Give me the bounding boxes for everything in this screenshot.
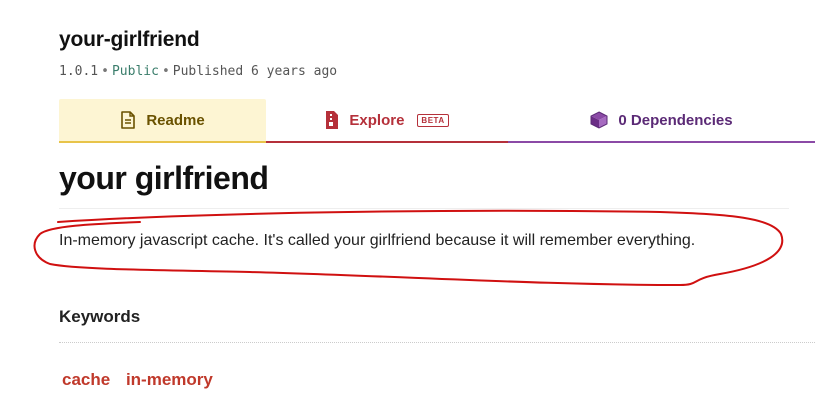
file-code-icon (325, 110, 339, 130)
meta-separator: • (161, 64, 170, 79)
readme-description: In-memory javascript cache. It's called … (59, 232, 696, 249)
keywords-divider (59, 342, 815, 343)
package-published: Published 6 years ago (172, 64, 338, 79)
keyword-link[interactable]: cache (62, 370, 110, 389)
keyword-link[interactable]: in-memory (126, 370, 213, 389)
tab-explore[interactable]: Explore BETA (266, 99, 508, 143)
readme-title: your girlfriend (59, 160, 269, 196)
beta-badge: BETA (417, 113, 449, 127)
meta-separator: • (101, 64, 109, 79)
tab-readme-label: Readme (146, 111, 205, 129)
title-divider (59, 208, 789, 209)
tab-explore-label: Explore (349, 111, 405, 129)
package-meta: 1.0.1 • Public • Published 6 years ago (59, 64, 337, 79)
package-name: your-girlfriend (59, 28, 200, 51)
keyword-list: cache in-memory (62, 370, 224, 390)
package-tabs: Readme Explore BETA 0 Dependencies (59, 99, 815, 143)
keywords-heading: Keywords (59, 307, 141, 326)
tab-dependencies-label: 0 Dependencies (618, 111, 733, 129)
cube-icon (590, 111, 608, 129)
tab-dependencies[interactable]: 0 Dependencies (508, 99, 815, 143)
red-circle-annotation (33, 209, 784, 286)
package-version: 1.0.1 (59, 64, 99, 79)
package-visibility: Public (111, 64, 159, 79)
tab-readme[interactable]: Readme (59, 99, 266, 143)
file-text-icon (120, 111, 136, 129)
